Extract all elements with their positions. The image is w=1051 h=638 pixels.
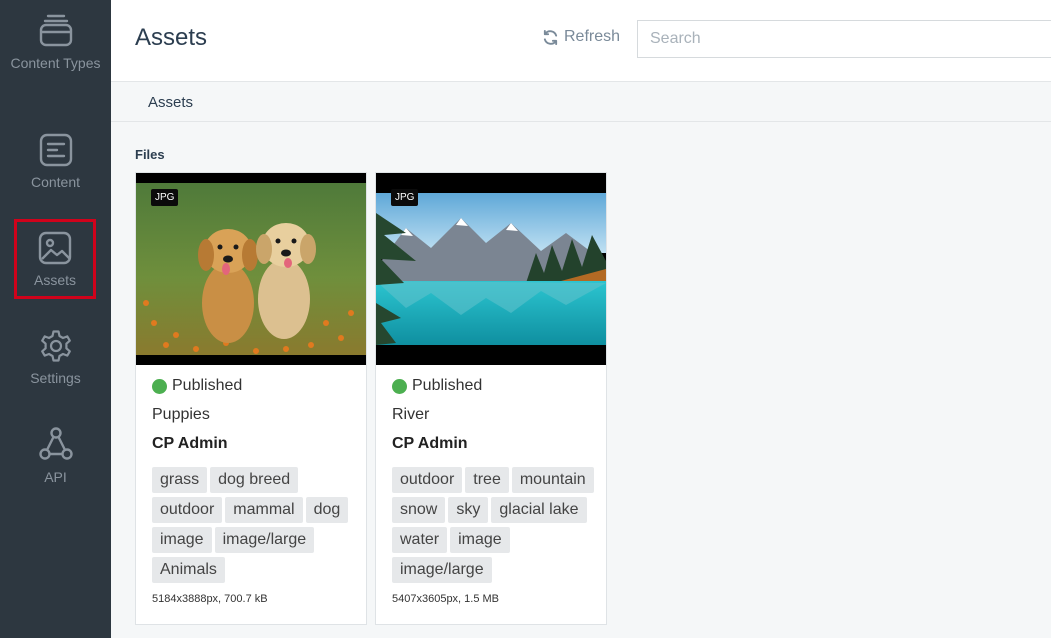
status-badge: Published <box>392 377 482 395</box>
gear-icon <box>40 330 71 362</box>
content-icon <box>39 133 72 167</box>
search-input[interactable] <box>637 20 1051 58</box>
asset-card[interactable]: JPG Published River CP Admin outdoor tre… <box>375 172 607 625</box>
tag[interactable]: Animals <box>152 557 225 583</box>
tag[interactable]: grass <box>152 467 208 493</box>
api-icon <box>38 427 73 460</box>
refresh-label: Refresh <box>564 28 621 45</box>
asset-owner: CP Admin <box>392 435 468 452</box>
tag[interactable]: image/large <box>214 527 315 553</box>
sidebar-item-settings[interactable]: Settings <box>0 329 111 389</box>
sidebar-item-api[interactable]: API <box>0 426 111 488</box>
header: Assets Refresh <box>111 0 1051 82</box>
sidebar-item-content-types[interactable]: Content Types <box>0 12 111 74</box>
tag[interactable]: water <box>392 527 448 553</box>
sidebar-item-label: API <box>44 469 67 485</box>
file-type-badge: JPG <box>391 189 419 206</box>
tag[interactable]: mammal <box>225 497 303 523</box>
content-types-icon <box>39 14 72 47</box>
asset-owner: CP Admin <box>152 435 228 452</box>
sidebar-item-assets[interactable]: Assets <box>14 219 96 299</box>
files-section-label: Files <box>135 147 165 162</box>
breadcrumb-item-assets[interactable]: Assets <box>148 94 193 111</box>
tag[interactable]: tree <box>465 467 509 493</box>
status-badge: Published <box>152 377 242 395</box>
tag-list: outdoor tree mountain snow sky glacial l… <box>392 467 602 583</box>
page-title: Assets <box>135 24 208 51</box>
refresh-button[interactable]: Refresh <box>542 28 620 46</box>
sidebar: Content Types Content Assets Settings AP… <box>0 0 111 638</box>
asset-thumbnail[interactable]: JPG <box>376 173 606 365</box>
asset-card[interactable]: JPG Published Puppies CP Admin grass dog… <box>135 172 367 625</box>
asset-name: Puppies <box>152 406 210 423</box>
tag[interactable]: outdoor <box>152 497 223 523</box>
status-text: Published <box>412 377 483 394</box>
published-dot-icon <box>392 378 407 394</box>
status-text: Published <box>172 377 243 394</box>
image-icon <box>38 231 72 265</box>
sidebar-item-label: Content <box>30 174 81 190</box>
published-dot-icon <box>152 378 167 394</box>
sidebar-item-content[interactable]: Content <box>0 133 111 193</box>
tag[interactable]: dog <box>305 497 349 523</box>
sidebar-item-label: Settings <box>30 370 81 386</box>
tag[interactable]: image <box>152 527 212 553</box>
tag[interactable]: image/large <box>392 557 492 583</box>
sidebar-item-label: Content Types <box>10 55 101 71</box>
asset-thumbnail[interactable]: JPG <box>136 173 366 365</box>
tag-list: grass dog breed outdoor mammal dog image… <box>152 467 362 583</box>
breadcrumb: Assets <box>111 83 1051 122</box>
file-type-badge: JPG <box>151 189 179 206</box>
tag[interactable]: sky <box>448 497 489 523</box>
tag[interactable]: snow <box>392 497 446 523</box>
asset-meta: 5407x3605px, 1.5 MB <box>392 593 500 605</box>
tag[interactable]: outdoor <box>392 467 463 493</box>
asset-name: River <box>392 406 430 423</box>
refresh-icon <box>543 29 558 45</box>
asset-meta: 5184x3888px, 700.7 kB <box>152 593 268 605</box>
sidebar-item-label: Assets <box>33 272 76 288</box>
tag[interactable]: image <box>450 527 510 553</box>
tag[interactable]: dog breed <box>210 467 299 493</box>
tag[interactable]: glacial lake <box>491 497 587 523</box>
tag[interactable]: mountain <box>511 467 594 493</box>
